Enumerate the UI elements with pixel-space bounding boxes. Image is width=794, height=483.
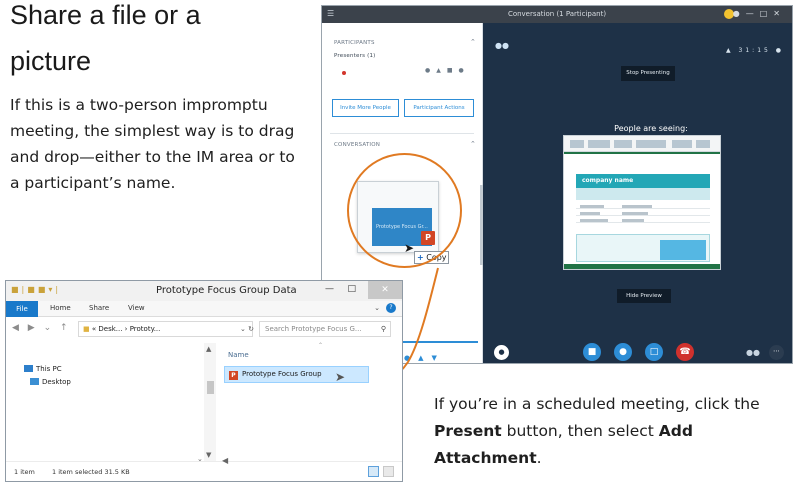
window-controls[interactable]: ●—□✕ xyxy=(733,9,786,18)
hscroll-left-icon[interactable]: ⌄ xyxy=(197,455,203,463)
navigation-bar: ◀ ▶ ⌄ ↑ ■ « Desk... › Prototy... ⌄ ↻ Sea… xyxy=(6,317,402,341)
scroll-thumb[interactable] xyxy=(207,381,214,394)
powerpoint-file-icon: P xyxy=(229,371,238,380)
large-icons-view-button[interactable] xyxy=(383,466,394,477)
chat-bubble-icon[interactable]: ● xyxy=(494,345,509,360)
details-view-button[interactable] xyxy=(368,466,379,477)
tab-file[interactable]: File xyxy=(6,301,38,317)
skype-window-title: Conversation (1 Participant) xyxy=(507,10,607,18)
explorer-titlebar: ■|■■▾| Prototype Focus Group Data — □ ✕ xyxy=(6,281,402,301)
minimize-button[interactable]: — xyxy=(325,284,334,294)
address-bar[interactable]: ■ « Desk... › Prototy... xyxy=(78,321,253,337)
presentation-stage: ●● ▲ 31:15 ● Stop Presenting People are … xyxy=(483,23,792,363)
close-button[interactable]: ✕ xyxy=(368,281,402,299)
stop-presenting-button[interactable]: Stop Presenting xyxy=(621,66,675,81)
conversation-collapse-icon[interactable]: ⌃ xyxy=(470,140,476,148)
present-keyword: Present xyxy=(434,422,502,440)
sidebar-divider xyxy=(330,133,474,134)
page-heading: Share a file or a picture xyxy=(10,0,310,84)
participants-label: PARTICIPANTS xyxy=(334,40,375,46)
file-row-prototype-focus-group[interactable]: P Prototype Focus Group xyxy=(224,366,369,383)
participants-icon[interactable]: ●● xyxy=(746,348,760,357)
file-list: ⌃ Name P Prototype Focus Group xyxy=(216,341,402,461)
scroll-up-icon[interactable]: ▲ xyxy=(206,345,211,353)
ribbon-tabs: File Home Share View ⌄ ? xyxy=(6,301,402,317)
back-forward-up-icons[interactable]: ◀ ▶ ⌄ ↑ xyxy=(12,323,71,333)
hscroll-arrow-icon[interactable]: ◀ xyxy=(222,456,228,465)
plus-icon: + xyxy=(417,253,424,262)
mouse-cursor-icon: ➤ xyxy=(404,241,415,255)
file-cursor-icon: ➤ xyxy=(335,370,346,384)
video-camera-icon[interactable]: ■ xyxy=(583,343,601,361)
powerpoint-icon: P xyxy=(421,231,435,245)
phone-hangup-icon[interactable]: ☎ xyxy=(676,343,694,361)
call-timer: 31:15 xyxy=(738,47,771,54)
preview-company-header: company name xyxy=(576,174,710,188)
ribbon-expand-icon[interactable]: ⌄ xyxy=(374,304,380,312)
refresh-icon[interactable]: ⌄ ↻ xyxy=(240,325,254,333)
presenter-status-icon xyxy=(342,71,346,75)
search-icon: ⚲ xyxy=(380,325,386,333)
participant-actions-button[interactable]: Participant Actions xyxy=(404,99,474,117)
conversation-label: CONVERSATION xyxy=(334,142,381,148)
skype-titlebar: ☰ Conversation (1 Participant) ●—□✕ xyxy=(322,6,792,23)
copy-drag-tooltip: + Copy xyxy=(414,251,449,264)
call-controls: ● ■ ● □ ☎ ●● ⋯ xyxy=(483,343,792,363)
column-header-name[interactable]: Name xyxy=(228,351,249,359)
microphone-icon[interactable]: ● xyxy=(614,343,632,361)
navigation-pane: This PC Desktop xyxy=(6,341,206,461)
tab-view[interactable]: View xyxy=(128,304,145,312)
search-placeholder: Search Prototype Focus G... xyxy=(265,325,362,333)
computer-icon xyxy=(24,365,33,372)
help-icon[interactable]: ? xyxy=(386,303,396,313)
desktop-folder-icon xyxy=(30,378,39,385)
shared-screen-preview: company name xyxy=(563,135,721,270)
heading-line-2: picture xyxy=(10,46,92,76)
scheduled-meeting-note: If you’re in a scheduled meeting, click … xyxy=(434,395,760,467)
status-bar: 1 item 1 item selected 31.5 KB xyxy=(6,461,402,481)
status-item-count: 1 item xyxy=(14,468,35,476)
preview-ribbon xyxy=(564,136,720,152)
tree-item-this-pc[interactable]: This PC xyxy=(24,365,62,373)
status-selection: 1 item selected 31.5 KB xyxy=(52,468,130,476)
navigation-scrollbar[interactable]: ▲ ▼ xyxy=(204,343,216,461)
more-options-icon[interactable]: ⋯ xyxy=(769,345,784,360)
participant-media-icons: ●▲■● xyxy=(425,67,470,74)
intro-paragraph: If this is a two-person impromptu meetin… xyxy=(10,96,295,192)
preview-highlighted-cells xyxy=(660,240,706,260)
tab-share[interactable]: Share xyxy=(89,304,109,312)
hide-preview-button[interactable]: Hide Preview xyxy=(617,289,671,303)
participants-collapse-icon[interactable]: ⌃ xyxy=(470,38,476,46)
connection-status: ▲ 31:15 ● xyxy=(726,47,784,54)
im-input-line[interactable] xyxy=(402,341,478,343)
quick-access-toolbar-icons[interactable]: ■|■■▾| xyxy=(11,285,61,294)
search-input[interactable]: Search Prototype Focus G... ⚲ xyxy=(259,321,391,337)
address-path: « Desk... › Prototy... xyxy=(91,325,161,333)
sort-indicator-icon: ⌃ xyxy=(318,342,324,349)
view-toggle xyxy=(368,466,396,477)
explorer-window-title: Prototype Focus Group Data xyxy=(156,285,297,296)
folder-icon: ■ xyxy=(83,325,90,333)
copy-label: Copy xyxy=(426,253,447,262)
people-seeing-label: People are seeing: xyxy=(614,124,688,133)
presenters-label[interactable]: Presenters (1) xyxy=(334,53,376,59)
invite-more-people-button[interactable]: Invite More People xyxy=(332,99,399,117)
im-toolbar-icons[interactable]: ●▲▼ xyxy=(404,354,445,362)
heading-line-1: Share a file or a xyxy=(10,0,201,30)
people-list-icon[interactable]: ●● xyxy=(495,41,509,50)
present-screen-icon[interactable]: □ xyxy=(645,343,663,361)
maximize-button[interactable]: □ xyxy=(347,284,356,294)
tree-item-desktop[interactable]: Desktop xyxy=(30,378,71,386)
tab-home[interactable]: Home xyxy=(50,304,71,312)
scroll-down-icon[interactable]: ▼ xyxy=(206,451,211,459)
